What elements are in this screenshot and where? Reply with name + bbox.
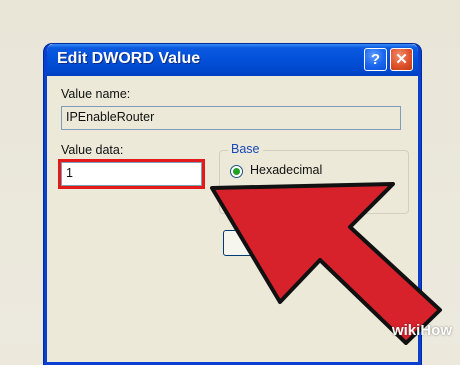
titlebar: Edit DWORD Value ? ✕ bbox=[47, 44, 418, 76]
dialog-title: Edit DWORD Value bbox=[57, 50, 201, 67]
value-name-field: IPEnableRouter bbox=[61, 106, 401, 130]
base-groupbox: Base Hexadecimal bbox=[219, 142, 409, 214]
help-icon[interactable]: ? bbox=[364, 48, 387, 71]
edit-dword-dialog: Edit DWORD Value ? ✕ Value name: IPEnabl… bbox=[44, 44, 421, 365]
ok-button[interactable]: O bbox=[223, 230, 305, 256]
watermark-prefix: wiki bbox=[391, 322, 421, 339]
watermark-suffix: How bbox=[420, 322, 452, 339]
hexadecimal-radio[interactable] bbox=[230, 165, 243, 178]
value-data-label: Value data: bbox=[61, 143, 124, 157]
wikihow-watermark: wikiHow bbox=[392, 322, 452, 339]
radio-selected-dot bbox=[233, 168, 240, 175]
hexadecimal-label: Hexadecimal bbox=[250, 163, 323, 177]
close-icon[interactable]: ✕ bbox=[390, 48, 413, 71]
base-legend: Base bbox=[228, 142, 263, 156]
value-data-input[interactable]: 1 bbox=[58, 159, 205, 189]
value-name-label: Value name: bbox=[61, 87, 131, 101]
